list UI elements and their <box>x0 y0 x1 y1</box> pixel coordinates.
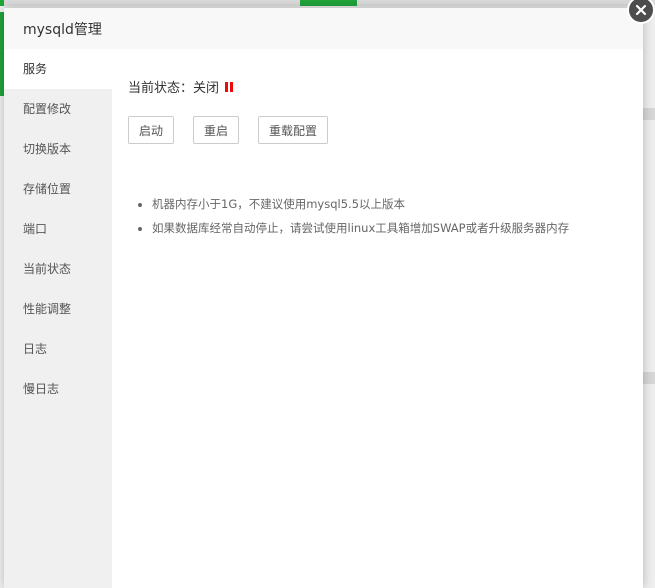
tips-list: 机器内存小于1G，不建议使用mysql5.5以上版本 如果数据库经常自动停止，请… <box>128 192 643 240</box>
service-status: 当前状态：关闭 <box>128 77 643 96</box>
background-tab-accent <box>300 0 357 6</box>
sidebar-item-switch-version[interactable]: 切换版本 <box>4 129 112 169</box>
dialog-header: mysqld管理 <box>4 8 643 50</box>
dialog-sidebar: 服务 配置修改 切换版本 存储位置 端口 当前状态 性能调整 日志 慢日志 <box>4 49 112 588</box>
background-right-edge <box>643 6 655 588</box>
stopped-status-icon <box>225 81 234 92</box>
sidebar-item-service[interactable]: 服务 <box>4 49 112 89</box>
sidebar-item-current-status[interactable]: 当前状态 <box>4 249 112 289</box>
status-text: 当前状态：关闭 <box>128 81 220 96</box>
sidebar-item-storage-location[interactable]: 存储位置 <box>4 169 112 209</box>
sidebar-item-slow-log[interactable]: 慢日志 <box>4 369 112 409</box>
service-panel: 当前状态：关闭 启动 重启 重载配置 机器内存小于1G，不建议使用mysql5.… <box>112 49 643 588</box>
restart-button[interactable]: 重启 <box>193 116 240 144</box>
sidebar-item-config-edit[interactable]: 配置修改 <box>4 89 112 129</box>
list-item: 机器内存小于1G，不建议使用mysql5.5以上版本 <box>152 192 643 216</box>
close-icon <box>635 4 647 16</box>
reload-config-button[interactable]: 重载配置 <box>258 116 329 144</box>
dialog-title: mysqld管理 <box>23 21 102 38</box>
sidebar-item-port[interactable]: 端口 <box>4 209 112 249</box>
start-button[interactable]: 启动 <box>128 116 175 144</box>
service-actions: 启动 重启 重载配置 <box>128 116 643 144</box>
sidebar-item-log[interactable]: 日志 <box>4 329 112 369</box>
mysqld-manager-dialog: mysqld管理 服务 配置修改 切换版本 存储位置 端口 当前状态 性能调整 … <box>4 8 643 588</box>
list-item: 如果数据库经常自动停止，请尝试使用linux工具箱增加SWAP或者升级服务器内存 <box>152 216 643 240</box>
sidebar-item-performance[interactable]: 性能调整 <box>4 289 112 329</box>
